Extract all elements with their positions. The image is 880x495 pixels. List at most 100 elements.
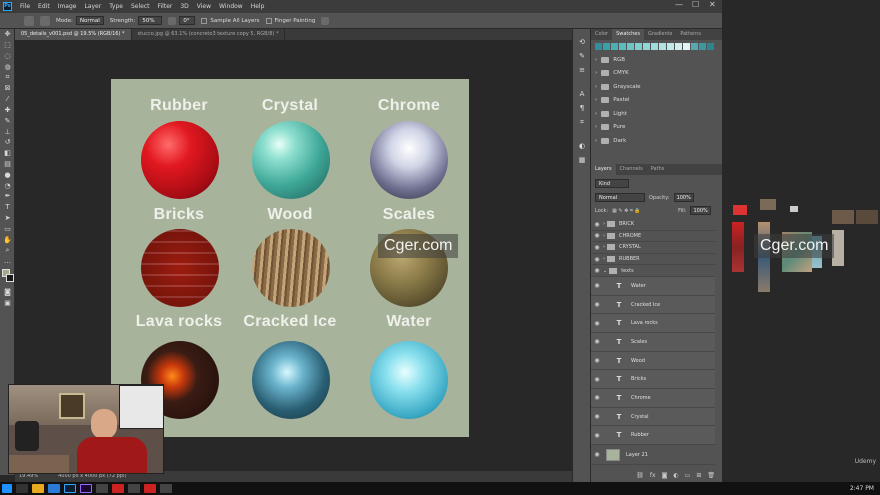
lock-icons[interactable]: ▦ ✎ ✥ ⌗ 🔒	[612, 208, 652, 214]
menu-help[interactable]: Help	[247, 3, 269, 10]
adjustment-layer-icon[interactable]: ◐	[673, 472, 678, 479]
navigator-panel-icon[interactable]: ◐	[573, 139, 591, 153]
screen-mode-icon[interactable]: ▣	[0, 297, 15, 308]
texture-thumb[interactable]	[732, 222, 744, 272]
text-layer-row[interactable]: ◉ T Rubber	[591, 426, 715, 446]
swatch-chip[interactable]	[619, 43, 626, 50]
pressure-toggle[interactable]	[321, 16, 330, 25]
eye-icon[interactable]: ◉	[591, 221, 603, 228]
history-brush-tool-icon[interactable]: ↺	[0, 137, 15, 148]
tab-color[interactable]: Color	[591, 29, 612, 40]
menu-layer[interactable]: Layer	[80, 3, 105, 10]
eyedropper-tool-icon[interactable]: ⁄	[0, 94, 15, 105]
zoom-tool-icon[interactable]: ⌕	[0, 245, 15, 256]
maximize-button[interactable]: ☐	[692, 0, 699, 9]
layer-group-rubber[interactable]: ◉ › RUBBER	[591, 254, 715, 266]
hand-tool-icon[interactable]: ✋	[0, 234, 15, 245]
pen-tool-icon[interactable]: ✒	[0, 191, 15, 202]
quick-select-tool-icon[interactable]: ◍	[0, 61, 15, 72]
app-icon[interactable]	[144, 484, 156, 493]
menu-view[interactable]: View	[193, 3, 215, 10]
tab-paths[interactable]: Paths	[647, 164, 669, 175]
eye-icon[interactable]: ◉	[591, 244, 603, 251]
swatch-chip[interactable]	[643, 43, 650, 50]
blend-mode-select[interactable]: Normal	[595, 193, 645, 202]
swatch-chip[interactable]	[595, 43, 602, 50]
glyphs-panel-icon[interactable]: ⌗	[573, 115, 591, 129]
brush-settings-icon[interactable]: ✎	[573, 49, 591, 63]
history-panel-icon[interactable]: ⟲	[573, 35, 591, 49]
swatch-chip[interactable]	[635, 43, 642, 50]
texture-thumb[interactable]	[760, 199, 776, 210]
swatch-group-grayscale[interactable]: › Grayscale	[591, 80, 722, 94]
angle-input[interactable]: 0°	[179, 16, 196, 25]
eye-icon[interactable]: ◉	[591, 413, 603, 420]
link-layers-icon[interactable]: ⛓	[636, 472, 644, 479]
text-layer-row[interactable]: ◉ T Chrome	[591, 389, 715, 408]
eye-icon[interactable]: ◉	[591, 267, 603, 274]
more-tools-icon[interactable]: …	[0, 256, 15, 267]
filter-kind-select[interactable]: Kind	[595, 179, 629, 188]
after-effects-icon[interactable]	[80, 484, 92, 493]
eye-icon[interactable]: ◉	[591, 394, 603, 401]
texture-thumb[interactable]	[856, 210, 878, 224]
app-icon[interactable]	[96, 484, 108, 493]
swatch-chip[interactable]	[651, 43, 658, 50]
layer-group-chrome[interactable]: ◉ › CHROME	[591, 231, 715, 243]
text-layer-row[interactable]: ◉ T Wood	[591, 351, 715, 371]
menu-type[interactable]: Type	[105, 3, 127, 10]
dodge-tool-icon[interactable]: ◔	[0, 180, 15, 191]
tab-swatches[interactable]: Swatches	[612, 29, 644, 40]
menu-edit[interactable]: Edit	[34, 3, 54, 10]
swatch-chip[interactable]	[691, 43, 698, 50]
tab-patterns[interactable]: Patterns	[676, 29, 705, 40]
menu-select[interactable]: Select	[127, 3, 154, 10]
frame-tool-icon[interactable]: ⊠	[0, 83, 15, 94]
new-group-icon[interactable]: ▭	[685, 472, 691, 479]
menu-window[interactable]: Window	[215, 3, 247, 10]
fill-input[interactable]: 100%	[690, 206, 711, 215]
layer-group-crystal[interactable]: ◉ › CRYSTAL	[591, 242, 715, 254]
menu-filter[interactable]: Filter	[154, 3, 177, 10]
mode-select[interactable]: Normal	[75, 16, 104, 25]
swatch-chip[interactable]	[603, 43, 610, 50]
texture-thumb[interactable]	[790, 206, 798, 212]
blur-tool-icon[interactable]: ●	[0, 169, 15, 180]
browser-icon[interactable]	[48, 484, 60, 493]
clone-stamp-tool-icon[interactable]: ⊥	[0, 126, 15, 137]
eye-icon[interactable]: ◉	[591, 451, 603, 458]
menu-file[interactable]: File	[16, 3, 34, 10]
start-button-icon[interactable]	[2, 484, 12, 493]
tab-channels[interactable]: Channels	[616, 164, 647, 175]
brush-tool-icon[interactable]: ✎	[0, 115, 15, 126]
crop-tool-icon[interactable]: ⌗	[0, 72, 15, 83]
text-layer-row[interactable]: ◉ T Water	[591, 276, 715, 296]
smudge-preset[interactable]	[24, 15, 34, 26]
text-layer-row[interactable]: ◉ T Cracked Ice	[591, 295, 715, 315]
swatch-chip[interactable]	[659, 43, 666, 50]
swatch-chip[interactable]	[675, 43, 682, 50]
eye-icon[interactable]: ◉	[591, 432, 603, 439]
tab-gradients[interactable]: Gradients	[644, 29, 676, 40]
type-tool-icon[interactable]: T	[0, 202, 15, 213]
text-layer-row[interactable]: ◉ T Lava rocks	[591, 314, 715, 334]
swatch-chip[interactable]	[707, 43, 714, 50]
swatch-group-rgb[interactable]: › RGB	[591, 53, 722, 67]
opacity-input[interactable]: 100%	[673, 193, 694, 202]
photoshop-taskbar-icon[interactable]	[64, 484, 76, 493]
swatch-chip[interactable]	[667, 43, 674, 50]
tab-stucco-jpg[interactable]: stucco.jpg @ 63.1% (concreto3 texture co…	[132, 29, 286, 40]
eye-icon[interactable]: ◉	[591, 301, 603, 308]
delete-layer-icon[interactable]: 🗑	[707, 472, 715, 479]
eye-icon[interactable]: ◉	[591, 338, 603, 345]
shape-tool-icon[interactable]: ▭	[0, 223, 15, 234]
strength-input[interactable]: 50%	[138, 16, 163, 25]
swatch-group-pure[interactable]: › Pure	[591, 121, 722, 135]
marquee-tool-icon[interactable]: ⬚	[0, 40, 15, 51]
app-icon[interactable]	[160, 484, 172, 493]
minimize-button[interactable]: —	[675, 0, 683, 9]
swatch-chip[interactable]	[699, 43, 706, 50]
new-layer-icon[interactable]: ⊞	[696, 472, 701, 479]
eye-icon[interactable]: ◉	[591, 282, 603, 289]
finger-painting-control[interactable]: Finger Painting	[265, 17, 315, 24]
